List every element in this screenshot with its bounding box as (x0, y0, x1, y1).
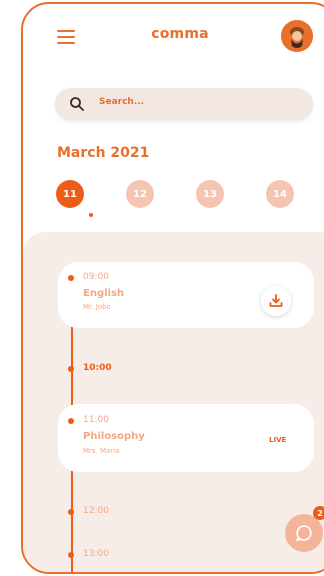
chat-bubble-icon (296, 525, 312, 542)
chat-notification-badge: 2 (313, 506, 324, 520)
class-teacher: Mr. Jobo (83, 303, 111, 311)
slot-time: 09:00 (83, 272, 109, 282)
avatar[interactable] (281, 20, 313, 52)
app-title: comma (151, 26, 209, 42)
date-14[interactable]: 14 (266, 180, 294, 208)
class-subject: English (83, 288, 125, 299)
date-11[interactable]: 11 (56, 180, 84, 208)
class-subject: Philosophy (83, 431, 145, 442)
search-input[interactable]: Search... (99, 97, 144, 107)
timeline-dot (68, 418, 74, 424)
selected-date-indicator (89, 213, 93, 217)
slot-time: 12:00 (83, 506, 109, 516)
live-badge: LIVE (269, 436, 287, 444)
timeline-dot (68, 366, 74, 372)
timeline-dot (68, 552, 74, 558)
timeline-dot (68, 509, 74, 515)
slot-time: 10:00 (83, 363, 112, 373)
date-12[interactable]: 12 (126, 180, 154, 208)
slot-time: 13:00 (83, 549, 109, 559)
phone-frame: comma Search... March 2021 11 12 13 14 0… (21, 2, 324, 574)
class-teacher: Mrs. Maria (83, 447, 120, 455)
month-label: March 2021 (57, 145, 150, 161)
timeline-dot (68, 275, 74, 281)
download-icon (269, 294, 283, 307)
slot-time: 11:00 (83, 415, 109, 425)
download-button[interactable] (261, 286, 291, 316)
search-icon (70, 97, 84, 111)
date-13[interactable]: 13 (196, 180, 224, 208)
user-avatar-icon (281, 20, 313, 52)
search-bar[interactable]: Search... (55, 88, 313, 120)
